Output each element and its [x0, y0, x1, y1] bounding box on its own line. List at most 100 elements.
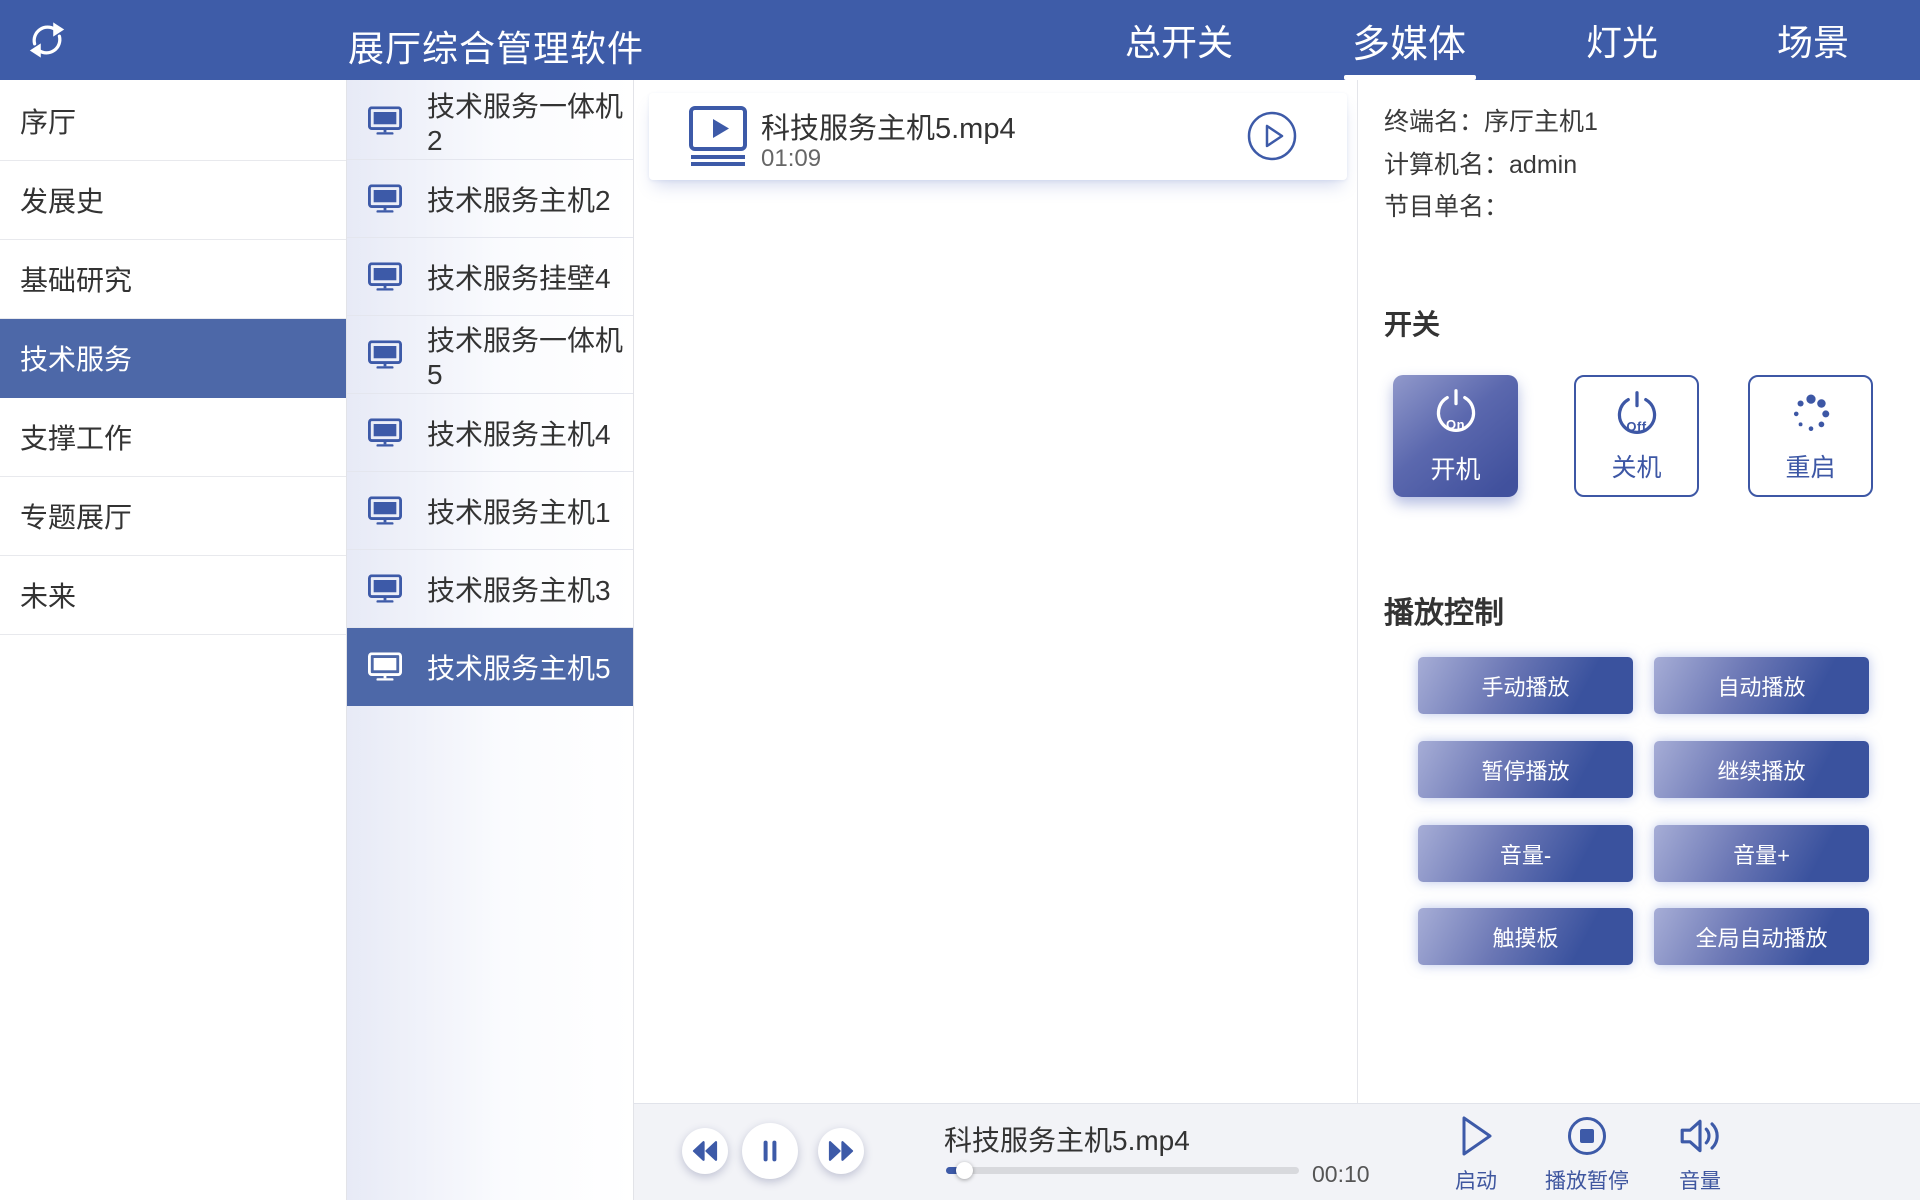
device-item-label: 技术服务主机1 — [427, 491, 611, 531]
sidebar-item-label: 基础研究 — [20, 259, 132, 299]
sidebar-item-zhichenggongzuo[interactable]: 支撑工作 — [0, 398, 346, 477]
progress-knob[interactable] — [956, 1162, 973, 1179]
play-circle-icon[interactable] — [1246, 110, 1298, 162]
stop-icon — [1564, 1113, 1610, 1159]
monitor-icon — [368, 652, 402, 681]
device-item[interactable]: 技术服务主机1 — [347, 472, 633, 550]
tab-master-switch[interactable]: 总开关 — [1125, 0, 1233, 80]
volume-down-button[interactable]: 音量- — [1418, 825, 1633, 882]
power-off-button[interactable]: Off 关机 — [1574, 375, 1699, 497]
tab-label: 场景 — [1777, 14, 1849, 66]
media-filename: 科技服务主机5.mp4 — [761, 105, 1016, 147]
monitor-icon — [368, 340, 402, 369]
sidebar-item-label: 发展史 — [20, 180, 104, 220]
rewind-icon — [692, 1140, 718, 1162]
tab-lighting[interactable]: 灯光 — [1586, 0, 1658, 80]
sidebar-item-jishufuwu[interactable]: 技术服务 — [0, 319, 346, 398]
volume-icon — [1678, 1113, 1722, 1159]
fast-forward-icon — [828, 1140, 854, 1162]
device-item[interactable]: 技术服务一体机5 — [347, 316, 633, 394]
current-time: 00:10 — [1312, 1161, 1370, 1188]
computer-name-label: 计算机名： — [1384, 151, 1509, 179]
auto-play-button[interactable]: 自动播放 — [1654, 657, 1869, 714]
button-label: 手动播放 — [1481, 670, 1569, 702]
sidebar-item-fazhanshi[interactable]: 发展史 — [0, 161, 346, 240]
tab-multimedia[interactable]: 多媒体 — [1352, 0, 1466, 80]
power-on-button[interactable]: On 开机 — [1393, 375, 1518, 497]
touchpad-button[interactable]: 触摸板 — [1418, 908, 1633, 965]
terminal-control-panel: 终端名：序厅主机1 计算机名：admin 节目单名： 开关 On 开机 Off … — [1357, 80, 1920, 1103]
volume-up-button[interactable]: 音量+ — [1654, 825, 1869, 882]
device-item-label: 技术服务主机3 — [427, 569, 611, 609]
sidebar-item-jichuyanjiu[interactable]: 基础研究 — [0, 240, 346, 319]
device-item-label: 技术服务主机5 — [427, 647, 611, 687]
device-item-selected[interactable]: 技术服务主机5 — [347, 628, 633, 706]
monitor-icon — [368, 106, 402, 135]
device-item[interactable]: 技术服务主机2 — [347, 160, 633, 238]
sidebar-item-zhuantizhanting[interactable]: 专题展厅 — [0, 477, 346, 556]
manual-play-button[interactable]: 手动播放 — [1418, 657, 1633, 714]
pause-play-button[interactable]: 暂停播放 — [1418, 741, 1633, 798]
playlist-name-line: 节目单名： — [1384, 187, 1509, 223]
tab-label: 多媒体 — [1352, 13, 1466, 68]
refresh-icon[interactable] — [26, 19, 68, 61]
device-item[interactable]: 技术服务主机3 — [347, 550, 633, 628]
device-item[interactable]: 技术服务主机4 — [347, 394, 633, 472]
button-label: 自动播放 — [1717, 670, 1805, 702]
device-item-label: 技术服务主机2 — [427, 179, 611, 219]
device-item-label: 技术服务一体机5 — [427, 319, 633, 391]
zone-sidebar: 序厅 发展史 基础研究 技术服务 支撑工作 专题展厅 未来 — [0, 80, 347, 1200]
volume-label: 音量 — [1679, 1165, 1721, 1195]
start-label: 启动 — [1455, 1165, 1497, 1195]
tab-scene[interactable]: 场景 — [1777, 0, 1849, 80]
computer-name-line: 计算机名：admin — [1384, 145, 1577, 181]
start-button[interactable]: 启动 — [1436, 1113, 1516, 1195]
video-file-icon — [689, 106, 747, 166]
monitor-icon — [368, 496, 402, 525]
media-duration: 01:09 — [761, 145, 821, 173]
power-on-label: 开机 — [1393, 450, 1518, 486]
computer-name-value: admin — [1509, 151, 1577, 179]
device-item-label: 技术服务一体机2 — [427, 85, 633, 157]
power-on-icon-text: On — [1393, 417, 1518, 432]
resume-play-button[interactable]: 继续播放 — [1654, 741, 1869, 798]
power-off-label: 关机 — [1576, 448, 1697, 484]
rewind-button[interactable] — [682, 1128, 728, 1174]
global-auto-play-button[interactable]: 全局自动播放 — [1654, 908, 1869, 965]
power-off-icon-text: Off — [1576, 419, 1697, 434]
progress-bar[interactable] — [946, 1167, 1299, 1174]
restart-label: 重启 — [1750, 448, 1871, 484]
play-stop-button[interactable]: 播放暂停 — [1526, 1113, 1648, 1195]
playback-section-title: 播放控制 — [1384, 588, 1504, 632]
terminal-name-value: 序厅主机1 — [1484, 108, 1598, 136]
button-label: 全局自动播放 — [1695, 921, 1827, 953]
player-bar: 科技服务主机5.mp4 00:10 启动 播放暂停 音量 — [634, 1103, 1920, 1200]
volume-button[interactable]: 音量 — [1658, 1113, 1742, 1195]
device-item[interactable]: 技术服务一体机2 — [347, 82, 633, 160]
device-item[interactable]: 技术服务挂壁4 — [347, 238, 633, 316]
app-title: 展厅综合管理软件 — [348, 20, 644, 72]
restart-button[interactable]: 重启 — [1748, 375, 1873, 497]
pause-button[interactable] — [742, 1123, 798, 1179]
button-label: 触摸板 — [1492, 921, 1558, 953]
top-bar: 展厅综合管理软件 总开关 多媒体 灯光 场景 — [0, 0, 1920, 80]
tab-label: 灯光 — [1586, 14, 1658, 66]
media-list-item[interactable]: 科技服务主机5.mp4 01:09 — [649, 93, 1347, 180]
sidebar-item-xuting[interactable]: 序厅 — [0, 82, 346, 161]
sidebar-item-label: 未来 — [20, 575, 76, 615]
sidebar-item-weilai[interactable]: 未来 — [0, 556, 346, 635]
fast-forward-button[interactable] — [818, 1128, 864, 1174]
device-item-label: 技术服务主机4 — [427, 413, 611, 453]
play-stop-label: 播放暂停 — [1545, 1165, 1629, 1195]
exhibition-management-app: 展厅综合管理软件 总开关 多媒体 灯光 场景 序厅 发展史 基础研究 技术服务 … — [0, 0, 1920, 1200]
button-label: 暂停播放 — [1481, 754, 1569, 786]
terminal-name-label: 终端名： — [1384, 108, 1484, 136]
button-label: 音量+ — [1733, 838, 1790, 870]
spinner-icon — [1787, 389, 1835, 437]
device-list: 技术服务一体机2 技术服务主机2 技术服务挂壁4 技术服务一体机5 技术服务主机… — [347, 80, 634, 1200]
power-section-title: 开关 — [1384, 303, 1440, 343]
button-label: 音量- — [1500, 838, 1551, 870]
device-item-label: 技术服务挂壁4 — [427, 257, 611, 297]
media-list-panel: 科技服务主机5.mp4 01:09 — [634, 80, 1357, 1103]
sidebar-item-label: 支撑工作 — [20, 417, 132, 457]
